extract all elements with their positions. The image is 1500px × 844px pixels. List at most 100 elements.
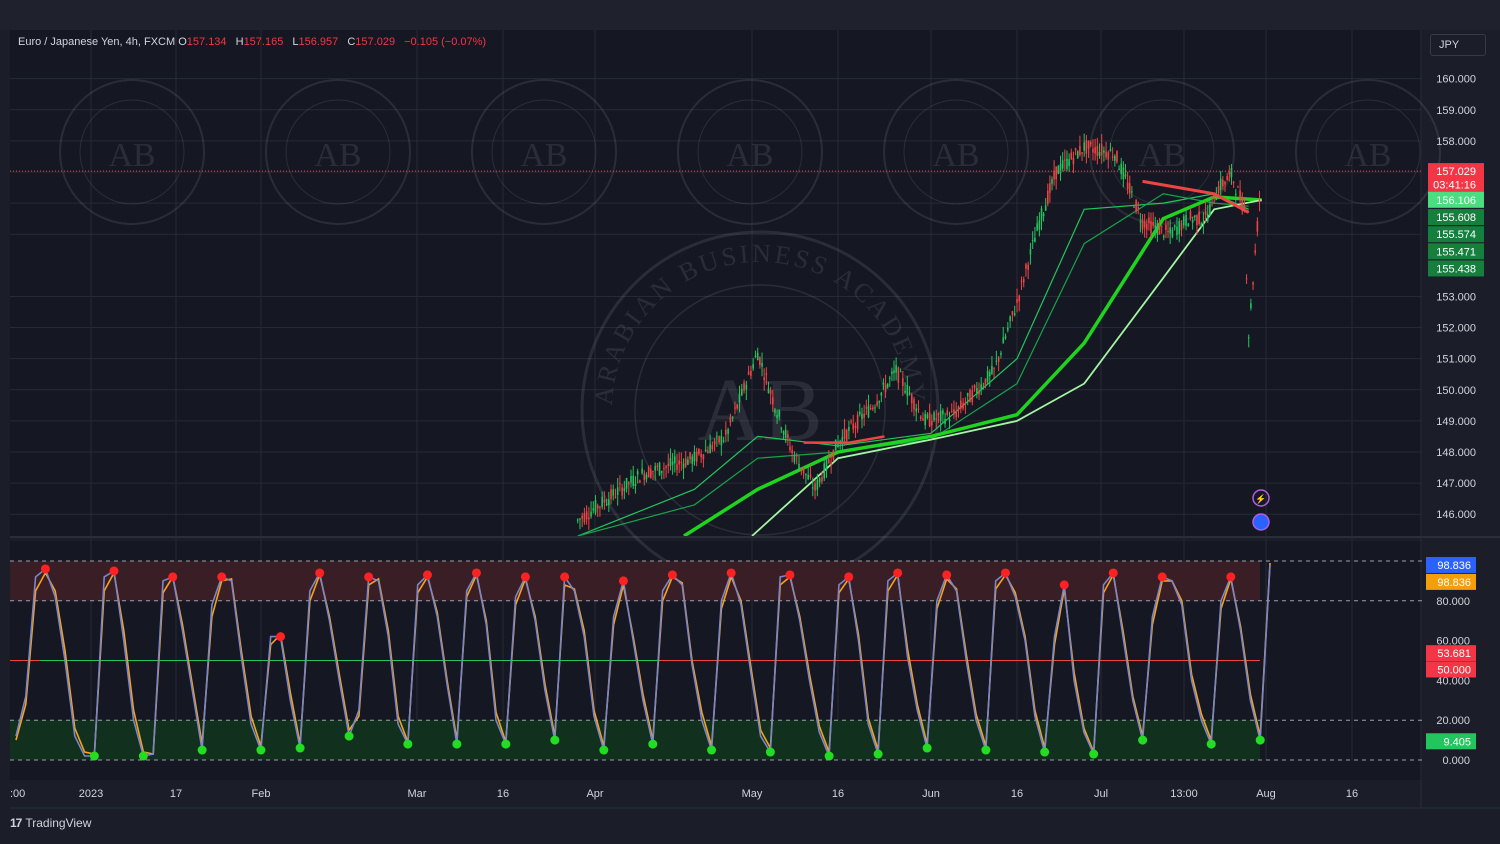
stoch-tick-label: 20.000 (1436, 715, 1470, 727)
candle-body (919, 416, 922, 420)
candle-body (718, 436, 720, 443)
price-tick-label: 151.000 (1436, 354, 1476, 366)
candle-body (1066, 158, 1068, 169)
watermark-monogram: AB (520, 137, 567, 174)
events-icon (1252, 513, 1270, 531)
candle-body (1111, 156, 1114, 158)
candle-body (1185, 214, 1187, 227)
candle-body (736, 404, 739, 409)
candle-body (843, 428, 846, 439)
candle-body (1222, 179, 1224, 187)
candle-body (656, 465, 659, 468)
candle-body (605, 503, 608, 506)
chart-canvas[interactable]: 160.000159.000158.000157.000156.000155.0… (0, 0, 1500, 844)
candle-body (1182, 216, 1185, 226)
candle-body (960, 400, 962, 409)
candle-body (895, 365, 897, 373)
candle-body (1007, 327, 1009, 331)
candle-body (1232, 182, 1235, 184)
candle-body (1002, 337, 1005, 344)
candle-body (1092, 148, 1094, 153)
candle-body (984, 378, 987, 387)
candle-body (594, 500, 597, 513)
watermark-monogram: AB (726, 137, 773, 174)
price-axis-label-text: 155.438 (1436, 263, 1476, 275)
candle-body (917, 408, 920, 410)
stoch-buy-dot (707, 745, 717, 755)
candle-body (1180, 223, 1183, 231)
candle-body (761, 363, 763, 367)
candle-body (1145, 223, 1148, 230)
stoch-buy-dot (824, 751, 834, 761)
candle-body (750, 371, 752, 376)
candle-body (680, 462, 683, 464)
candle-body (1072, 157, 1075, 165)
candle-body (942, 410, 944, 415)
price-tick-label: 146.000 (1436, 509, 1476, 521)
candle-body (1254, 250, 1257, 253)
stoch-sell-dot (1226, 572, 1236, 582)
candle-body (902, 378, 904, 387)
candle-body (931, 420, 933, 426)
candle-body (676, 464, 678, 471)
candle-body (953, 409, 955, 415)
candle-body (612, 489, 615, 496)
stoch-buy-dot (1255, 735, 1265, 745)
candle-body (1247, 337, 1250, 339)
candle-body (1076, 151, 1079, 159)
stoch-sell-dot (364, 572, 374, 582)
time-tick-label: Jul (1094, 788, 1108, 800)
candle-body (769, 390, 772, 395)
candle-body (1114, 155, 1116, 161)
candle-body (767, 388, 770, 393)
stoch-buy-dot (981, 745, 991, 755)
candle-body (865, 407, 868, 409)
candle-body (1245, 278, 1248, 280)
candle-body (867, 405, 870, 418)
candle-body (660, 470, 663, 473)
candle-body (720, 436, 723, 446)
candle-body (702, 454, 705, 460)
candle-body (1239, 190, 1241, 201)
candle-body (1237, 186, 1239, 188)
candle-body (1230, 167, 1233, 178)
time-tick-label: 16 (1011, 788, 1023, 800)
candle-body (704, 449, 707, 452)
stoch-axis-label-text: 98.836 (1437, 560, 1471, 572)
candle-body (1178, 221, 1181, 234)
top-bar (0, 0, 1500, 30)
candle-body (667, 463, 670, 467)
candle-body (641, 468, 643, 474)
price-tick-label: 148.000 (1436, 447, 1476, 459)
candle-body (687, 459, 689, 465)
candle-body (910, 394, 913, 404)
open-label: O (178, 36, 187, 48)
candle-body (1004, 336, 1007, 339)
candle-body (971, 390, 974, 403)
candle-body (1126, 182, 1129, 190)
candle-body (980, 384, 982, 390)
price-tick-label: 159.000 (1436, 105, 1476, 117)
candle-body (738, 393, 741, 403)
tradingview-logo[interactable]: 17 TradingView (10, 816, 91, 830)
candle-body (933, 412, 935, 421)
candle-body (1234, 193, 1237, 195)
candle-body (689, 452, 691, 460)
currency-selector[interactable]: JPY (1430, 34, 1486, 56)
candle-body (1122, 167, 1125, 180)
price-tick-label: 152.000 (1436, 323, 1476, 335)
stoch-buy-dot (344, 731, 354, 741)
stoch-sell-dot (315, 568, 325, 578)
candle-body (774, 409, 776, 413)
candle-body (854, 425, 857, 428)
candle-body (897, 367, 900, 383)
candle-body (814, 483, 816, 491)
candle-body (1029, 249, 1032, 255)
candle-body (740, 388, 743, 396)
stoch-buy-dot (1138, 735, 1148, 745)
candle-body (872, 407, 874, 410)
candle-body (944, 419, 946, 424)
stoch-buy-dot (1089, 749, 1099, 759)
close-value: 157.029 (355, 36, 396, 48)
candle-body (939, 410, 942, 422)
